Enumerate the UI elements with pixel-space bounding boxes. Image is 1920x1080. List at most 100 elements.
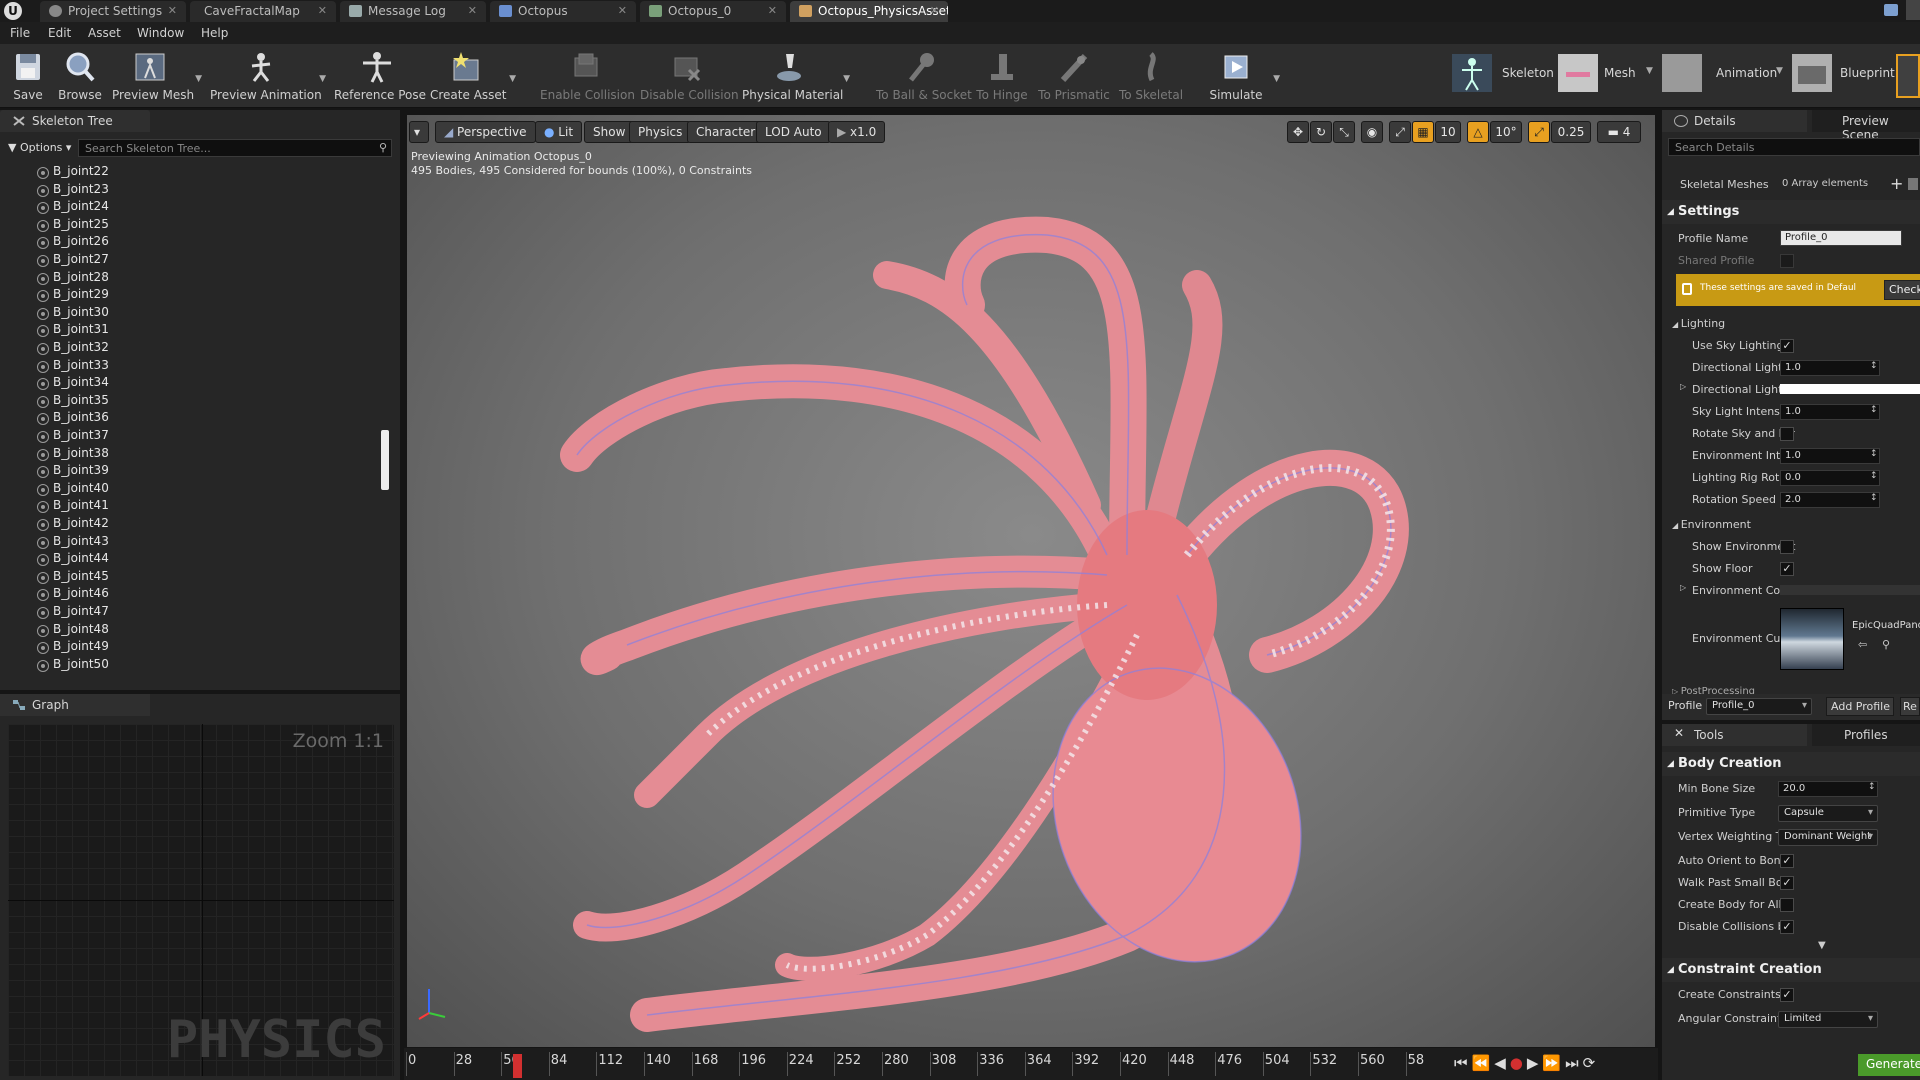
octopus-mesh[interactable] [487, 175, 1567, 1035]
tab-cavefractalmap[interactable]: CaveFractalMap ✕ [190, 1, 336, 22]
create-body-all-checkbox[interactable] [1780, 898, 1794, 912]
skeleton-tree-options[interactable]: ▼ Options ▾ [8, 141, 71, 154]
show-environment-checkbox[interactable] [1780, 540, 1794, 554]
preview-animation-button[interactable]: Preview Animation ▼ [210, 44, 326, 108]
camera-speed-button[interactable]: ▬ 4 [1597, 121, 1641, 143]
min-bone-size-field[interactable]: 20.0 [1778, 781, 1878, 797]
bone-tree-item[interactable]: B_joint23 [37, 182, 109, 199]
to-prismatic-button[interactable]: To Prismatic [1036, 44, 1112, 108]
add-icon[interactable]: + [1890, 174, 1903, 193]
bone-tree-item[interactable]: B_joint37 [37, 428, 109, 445]
body-creation-header[interactable]: ◢ Body Creation [1662, 752, 1920, 776]
details-search-input[interactable]: Search Details [1668, 138, 1920, 156]
lighting-category[interactable]: ◢ Lighting [1672, 317, 1725, 330]
graph-canvas[interactable]: Zoom 1:1 PHYSICS [8, 724, 394, 1076]
directional-light-intensity-field[interactable]: 1.0 [1780, 360, 1880, 376]
enable-collision-button[interactable]: Enable Collision [540, 44, 635, 108]
tab-octopus[interactable]: Octopus ✕ [490, 1, 636, 22]
preview-animation-dropdown[interactable]: ▼ [319, 74, 326, 84]
add-profile-button[interactable]: Add Profile [1826, 697, 1894, 716]
play-icon[interactable]: ▶ [1527, 1054, 1543, 1072]
loop-icon[interactable]: ⟳ [1583, 1054, 1600, 1072]
bone-tree-item[interactable]: B_joint36 [37, 410, 109, 427]
step-back-icon[interactable]: ⏪ [1472, 1054, 1495, 1072]
physics-mode-button[interactable] [1896, 54, 1920, 98]
menu-file[interactable]: File [10, 26, 30, 40]
bone-tree-item[interactable]: B_joint45 [37, 569, 109, 586]
bone-tree-item[interactable]: B_joint33 [37, 358, 109, 375]
rotation-speed-field[interactable]: 2.0 [1780, 492, 1880, 508]
bone-tree-item[interactable]: B_joint30 [37, 305, 109, 322]
preview-mesh-dropdown[interactable]: ▼ [195, 74, 202, 84]
bone-tree-item[interactable]: B_joint34 [37, 375, 109, 392]
close-icon[interactable]: ✕ [618, 4, 627, 17]
bone-tree-item[interactable]: B_joint29 [37, 287, 109, 304]
bone-tree-item[interactable]: B_joint42 [37, 516, 109, 533]
vertex-weighting-dropdown[interactable]: Dominant Weight [1778, 829, 1878, 846]
mode-mesh-button[interactable]: Mesh ▼ [1558, 50, 1654, 94]
menu-help[interactable]: Help [201, 26, 228, 40]
environment-color-swatch[interactable] [1780, 585, 1920, 595]
bone-tree-item[interactable]: B_joint24 [37, 199, 109, 216]
bone-tree-item[interactable]: B_joint25 [37, 217, 109, 234]
close-icon[interactable]: ✕ [768, 4, 777, 17]
simulate-dropdown[interactable]: ▼ [1273, 74, 1280, 84]
constraint-creation-header[interactable]: ◢ Constraint Creation [1662, 958, 1920, 982]
unreal-logo-icon[interactable]: U [4, 2, 22, 20]
to-ball-socket-button[interactable]: To Ball & Socket [876, 44, 972, 108]
lighting-rig-rotation-field[interactable]: 0.0 [1780, 470, 1880, 486]
record-icon[interactable]: ● [1510, 1054, 1527, 1072]
profile-dropdown[interactable]: Profile_0 [1706, 698, 1812, 715]
spin-icon[interactable]: ↕ [1870, 361, 1878, 371]
play-reverse-icon[interactable]: ◀ [1494, 1054, 1510, 1072]
tab-octopus-0[interactable]: Octopus_0 ✕ [640, 1, 786, 22]
rotate-sky-checkbox[interactable] [1780, 427, 1794, 441]
viewport[interactable]: ▾ ◢ Perspective ● Lit Show Physics Chara… [407, 115, 1655, 1047]
auto-orient-checkbox[interactable]: ✓ [1780, 854, 1794, 868]
create-asset-button[interactable]: Create Asset ▼ [430, 44, 516, 108]
close-icon[interactable]: ✕ [930, 4, 939, 17]
bone-tree-item[interactable]: B_joint49 [37, 639, 109, 656]
show-button[interactable]: Show [584, 121, 635, 143]
bone-tree-item[interactable]: B_joint40 [37, 481, 109, 498]
settings-header[interactable]: ◢ Settings [1662, 200, 1920, 224]
close-icon[interactable]: ✕ [318, 4, 327, 17]
playback-speed-button[interactable]: ▶ x1.0 [828, 121, 886, 143]
scale-snap-icon[interactable]: ⤢ [1528, 121, 1550, 143]
perspective-button[interactable]: ◢ Perspective [435, 121, 536, 143]
world-local-toggle[interactable]: ◉ [1361, 121, 1383, 143]
environment-intensity-field[interactable]: 1.0 [1780, 448, 1880, 464]
bone-tree-item[interactable]: B_joint47 [37, 604, 109, 621]
bone-tree-item[interactable]: B_joint39 [37, 463, 109, 480]
browse-button[interactable]: Browse [56, 44, 104, 108]
viewport-options-button[interactable]: ▾ [409, 121, 429, 143]
window-controls[interactable] [1906, 0, 1920, 20]
preview-mesh-button[interactable]: Preview Mesh ▼ [112, 44, 202, 108]
menu-edit[interactable]: Edit [48, 26, 71, 40]
bone-tree-item[interactable]: B_joint27 [37, 252, 109, 269]
skeleton-tree-search-input[interactable]: Search Skeleton Tree... ⚲ [78, 139, 392, 157]
shared-profile-checkbox[interactable] [1780, 254, 1794, 268]
scale-snap-value[interactable]: 0.25 [1551, 121, 1591, 143]
skip-to-end-icon[interactable]: ⏭ [1565, 1054, 1583, 1072]
advanced-expand-icon[interactable]: ▼ [1818, 940, 1826, 951]
timeline-playhead[interactable] [513, 1054, 523, 1078]
profiles-tab[interactable]: Profiles [1812, 724, 1920, 746]
bone-tree-item[interactable]: B_joint32 [37, 340, 109, 357]
physics-button[interactable]: Physics [629, 121, 692, 143]
physical-material-button[interactable]: Physical Material ▼ [742, 44, 850, 108]
generate-button[interactable]: Generate [1858, 1054, 1920, 1076]
angular-constraint-dropdown[interactable]: Limited [1778, 1011, 1878, 1028]
close-icon[interactable]: ✕ [468, 4, 477, 17]
to-skeletal-button[interactable]: To Skeletal [1118, 44, 1184, 108]
to-hinge-button[interactable]: To Hinge [974, 44, 1030, 108]
walk-past-checkbox[interactable]: ✓ [1780, 876, 1794, 890]
bone-tree-item[interactable]: B_joint38 [37, 446, 109, 463]
grid-snap-icon[interactable]: ▦ [1412, 121, 1434, 143]
check-button[interactable]: Check [1884, 280, 1920, 300]
timeline-bar[interactable]: 0 28 56 84 112 140 168 196 224 252 280 308 336 364 392… [404, 1048, 1658, 1080]
bone-tree-item[interactable]: B_joint50 [37, 657, 109, 674]
menu-window[interactable]: Window [137, 26, 184, 40]
bone-tree-item[interactable]: B_joint22 [37, 164, 109, 181]
mode-blueprint-button[interactable]: Blueprint [1792, 50, 1895, 94]
